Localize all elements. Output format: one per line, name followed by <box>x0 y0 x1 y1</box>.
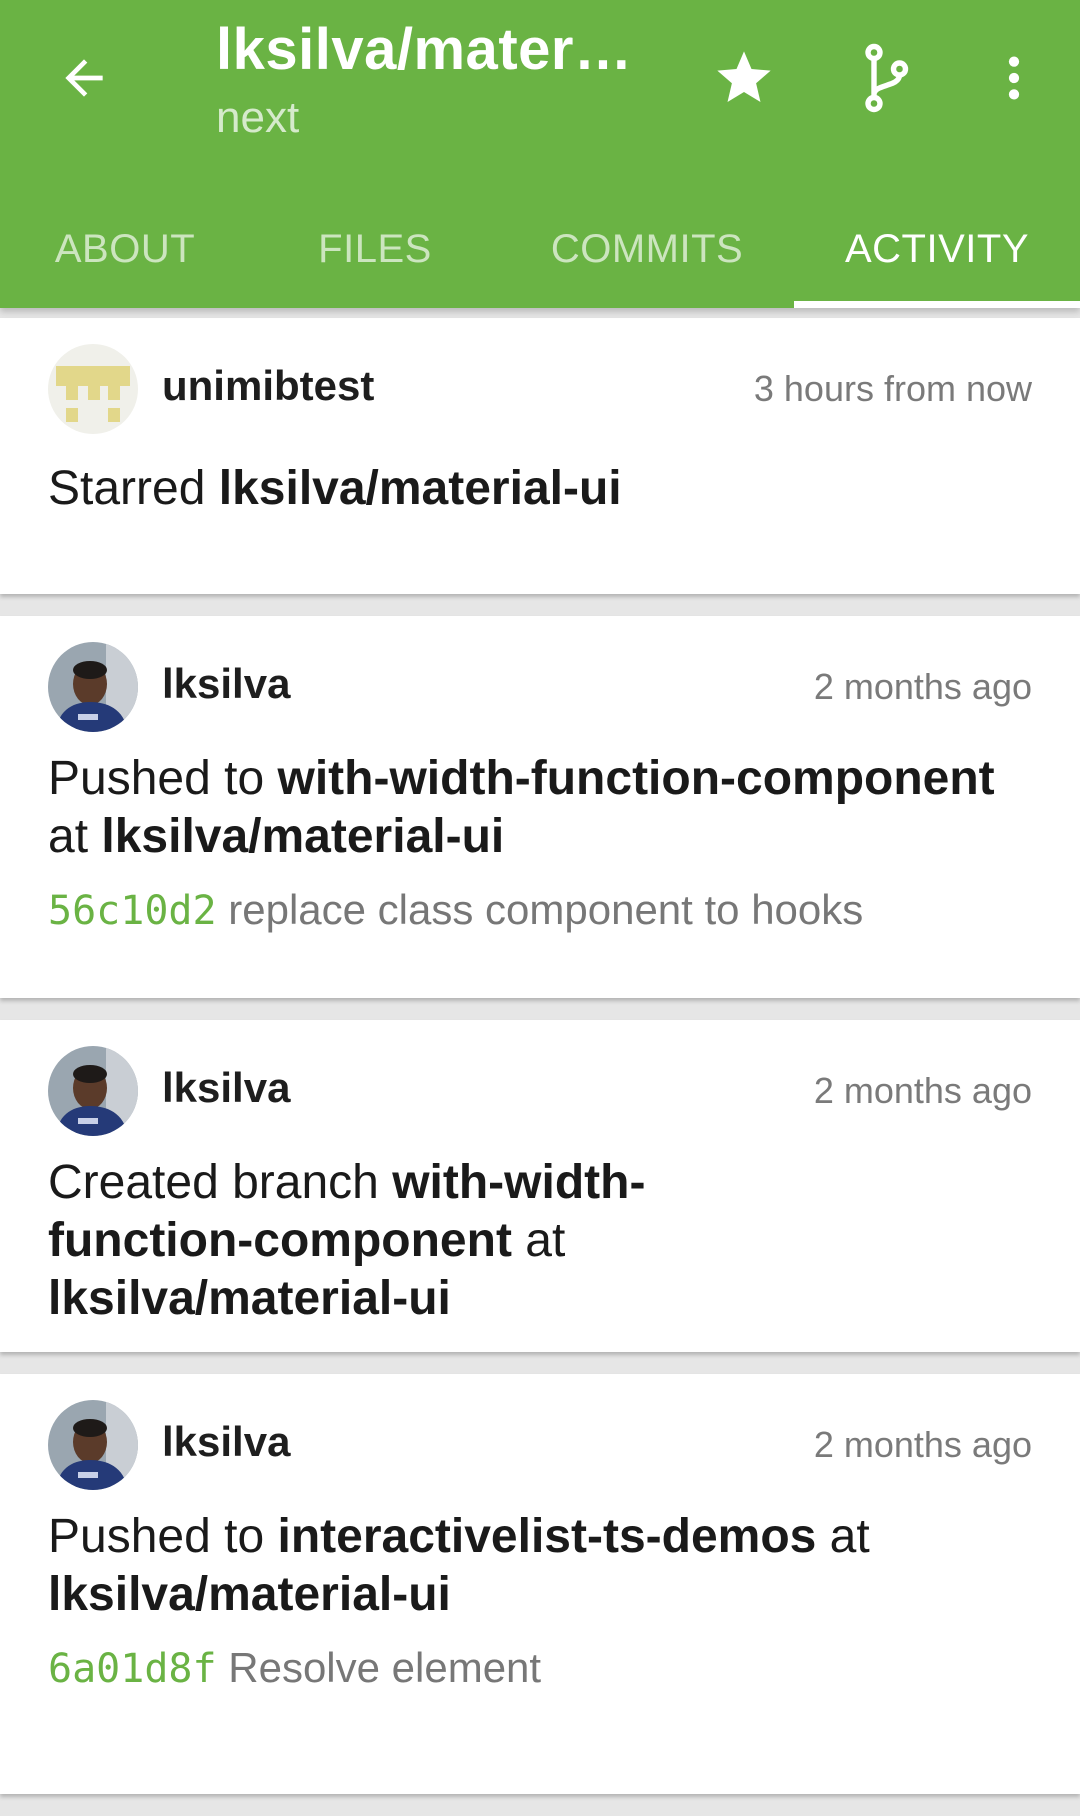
desc-text: at <box>816 1510 870 1563</box>
username[interactable]: unimibtest <box>162 362 374 410</box>
timestamp: 3 hours from now <box>753 368 1032 409</box>
tab-about[interactable]: ABOUT <box>0 190 250 308</box>
username[interactable]: lksilva <box>162 1064 290 1112</box>
username[interactable]: lksilva <box>162 660 290 708</box>
activity-card[interactable]: unimibtest 3 hours from now Starred lksi… <box>0 318 1080 594</box>
desc-text: Starred <box>48 462 219 515</box>
tab-activity[interactable]: ACTIVITY <box>794 190 1080 308</box>
git-branch-icon <box>865 43 909 113</box>
avatar[interactable] <box>48 642 138 732</box>
app-bar: lksilva/materi… next ABOUT FILES COMMITS… <box>0 0 1080 308</box>
branch-button[interactable] <box>846 38 926 118</box>
repo-link[interactable]: lksilva/material-ui <box>48 1568 451 1621</box>
commit-sha[interactable]: 56c10d2 <box>48 888 217 934</box>
repo-link[interactable]: lksilva/material-ui <box>48 1272 451 1325</box>
activity-description: Starred lksilva/material-ui <box>48 460 1032 518</box>
repo-link[interactable]: lksilva/material-ui <box>101 810 504 863</box>
repo-title: lksilva/materi… <box>216 17 636 82</box>
commit-message: Resolve element <box>228 1644 542 1691</box>
branch-link[interactable]: with-width-function-component <box>278 752 995 805</box>
more-options-button[interactable] <box>974 38 1054 118</box>
star-icon <box>717 51 771 102</box>
user-photo-avatar <box>48 1400 138 1490</box>
commit-line[interactable]: 6a01d8f Resolve element <box>48 1642 1032 1695</box>
tab-commits[interactable]: COMMITS <box>500 190 794 308</box>
timestamp: 2 months ago <box>813 1070 1032 1111</box>
more-vert-icon <box>1008 56 1020 100</box>
activity-description: Pushed to with-width-function-component … <box>48 750 1032 866</box>
activity-card[interactable]: lksilva 2 months ago Pushed to interacti… <box>0 1374 1080 1794</box>
back-button[interactable] <box>44 38 124 118</box>
commit-line[interactable]: 56c10d2 replace class component to hooks <box>48 884 1032 937</box>
activity-card[interactable]: lksilva 2 months ago Pushed to with-widt… <box>0 616 1080 998</box>
desc-text: Pushed to <box>48 752 278 805</box>
branch-link[interactable]: interactivelist-ts-demos <box>278 1510 817 1563</box>
avatar[interactable] <box>48 1046 138 1136</box>
arrow-left-icon <box>65 59 103 97</box>
identicon-avatar <box>48 344 138 434</box>
activity-description: Created branch with-width-function-compo… <box>48 1154 780 1328</box>
card-header: lksilva 2 months ago <box>48 1046 1032 1136</box>
tab-bar: ABOUT FILES COMMITS ACTIVITY <box>0 190 1080 308</box>
desc-text: at <box>48 810 102 863</box>
repo-title-block: lksilva/materi… next <box>216 14 636 148</box>
username[interactable]: lksilva <box>162 1418 290 1466</box>
card-header: lksilva 2 months ago <box>48 1400 1032 1490</box>
commit-sha[interactable]: 6a01d8f <box>48 1646 217 1692</box>
user-photo-avatar <box>48 642 138 732</box>
activity-feed: unimibtest 3 hours from now Starred lksi… <box>0 318 1080 1816</box>
tab-files[interactable]: FILES <box>250 190 500 308</box>
card-header: unimibtest 3 hours from now <box>48 344 1032 434</box>
commit-message: replace class component to hooks <box>228 886 864 933</box>
star-button[interactable] <box>704 38 784 118</box>
activity-description: Pushed to interactivelist-ts-demos at lk… <box>48 1508 1032 1624</box>
avatar[interactable] <box>48 344 138 434</box>
branch-subtitle: next <box>216 93 300 142</box>
activity-card[interactable]: lksilva 2 months ago Created branch with… <box>0 1020 1080 1352</box>
avatar[interactable] <box>48 1400 138 1490</box>
timestamp: 2 months ago <box>813 1424 1032 1465</box>
user-photo-avatar <box>48 1046 138 1136</box>
desc-text: at <box>511 1214 566 1267</box>
card-header: lksilva 2 months ago <box>48 642 1032 732</box>
desc-text: Pushed to <box>48 1510 278 1563</box>
timestamp: 2 months ago <box>813 666 1032 707</box>
repo-link[interactable]: lksilva/material-ui <box>219 462 622 515</box>
desc-text: Created branch <box>48 1156 393 1209</box>
